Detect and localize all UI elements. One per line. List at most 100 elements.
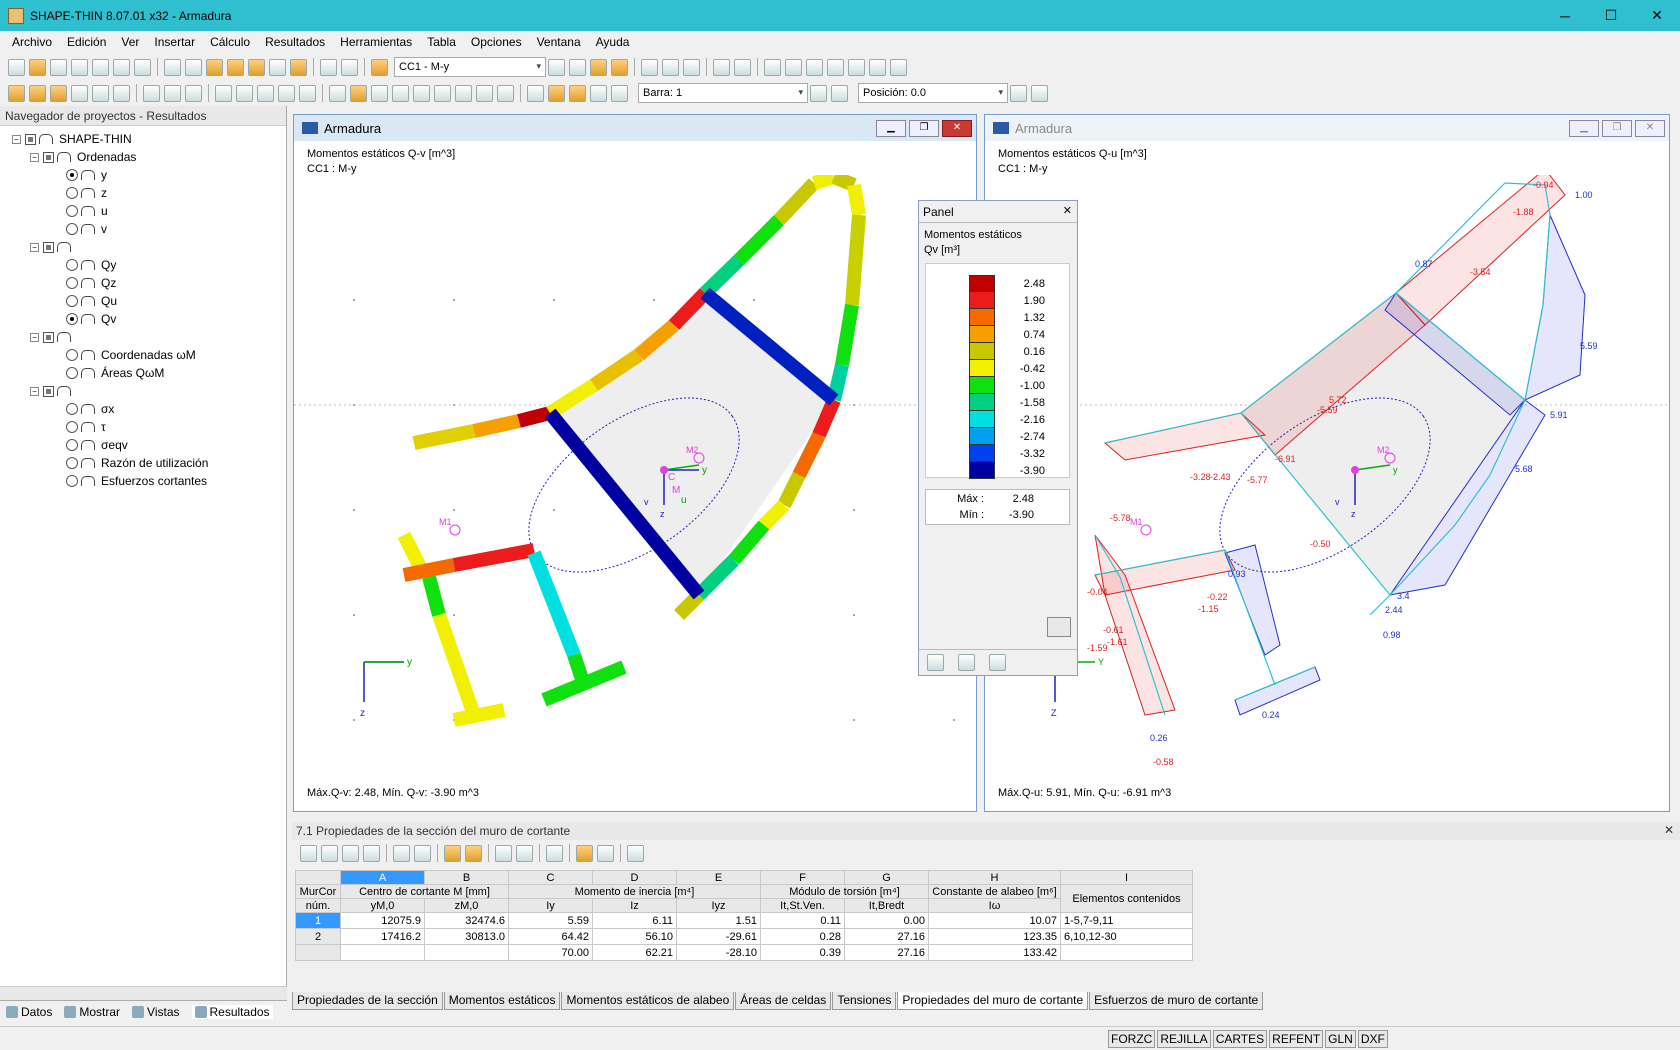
bar-select-icon[interactable] xyxy=(236,84,253,102)
dimension-icon[interactable] xyxy=(164,84,181,102)
tab-momentos-estaticos[interactable]: Momentos estáticos xyxy=(443,992,561,1010)
radio-icon[interactable] xyxy=(66,475,78,487)
status-gln[interactable]: GLN xyxy=(1325,1030,1356,1048)
radio-icon[interactable] xyxy=(66,367,78,379)
radio-icon[interactable] xyxy=(66,295,78,307)
mirror-icon[interactable] xyxy=(806,58,823,76)
tab-mostrar[interactable]: Mostrar xyxy=(64,1005,120,1019)
camera-icon[interactable] xyxy=(848,58,865,76)
sort-icon[interactable] xyxy=(683,58,700,76)
q-right-icon[interactable] xyxy=(350,84,367,102)
save-as-icon[interactable] xyxy=(50,58,67,76)
next-icon[interactable] xyxy=(569,58,586,76)
rotate-icon[interactable] xyxy=(785,58,802,76)
menu-tabla[interactable]: Tabla xyxy=(427,35,456,49)
table-sort-icon[interactable] xyxy=(465,844,482,862)
tree-item-qv[interactable]: Qv xyxy=(0,310,286,328)
save-icon[interactable] xyxy=(71,58,88,76)
menu-edicion[interactable]: Edición xyxy=(67,35,106,49)
show-values-icon[interactable] xyxy=(611,58,628,76)
redo-icon[interactable] xyxy=(185,58,202,76)
text-icon[interactable] xyxy=(299,84,316,102)
radio-icon[interactable] xyxy=(66,205,78,217)
undo-icon[interactable] xyxy=(164,58,181,76)
close-button[interactable]: ✕ xyxy=(1634,0,1680,31)
print-preview-icon[interactable] xyxy=(92,58,109,76)
sigma-icon[interactable] xyxy=(413,84,430,102)
radio-icon[interactable] xyxy=(66,259,78,271)
omega-icon[interactable] xyxy=(371,84,388,102)
tab-tensiones[interactable]: Tensiones xyxy=(832,992,897,1010)
minimize-button[interactable]: ─ xyxy=(1542,0,1588,31)
radio-icon[interactable] xyxy=(66,421,78,433)
zoom-icon[interactable] xyxy=(248,58,265,76)
snap-icon[interactable] xyxy=(734,58,751,76)
table-prev-icon[interactable] xyxy=(393,844,410,862)
view-minimize-button[interactable]: ▁ xyxy=(1569,120,1599,137)
table-view-icon[interactable] xyxy=(495,844,512,862)
bar-prev-icon[interactable] xyxy=(810,84,827,102)
tab-esfuerzos-muro[interactable]: Esfuerzos de muro de cortante xyxy=(1089,992,1264,1010)
copy-icon[interactable] xyxy=(290,58,307,76)
tree-item-utilization[interactable]: Razón de utilización xyxy=(0,454,286,472)
collapse-icon[interactable]: − xyxy=(30,242,39,252)
table-edit-icon[interactable] xyxy=(300,844,317,862)
panel-icon[interactable] xyxy=(569,84,586,102)
tab-vistas[interactable]: Vistas xyxy=(132,1005,180,1019)
tree-item-sigma-eqv[interactable]: σeqv xyxy=(0,436,286,454)
bar-next-icon[interactable] xyxy=(831,84,848,102)
q-omega-icon[interactable] xyxy=(392,84,409,102)
calc-icon[interactable] xyxy=(641,58,658,76)
view-minimize-button[interactable]: ▁ xyxy=(876,120,906,137)
table-color-icon[interactable] xyxy=(576,844,593,862)
tree-stress-group[interactable]: − xyxy=(0,382,286,400)
print-icon[interactable] xyxy=(113,58,130,76)
bar-move-icon[interactable] xyxy=(278,84,295,102)
radio-icon[interactable] xyxy=(66,403,78,415)
view-icon[interactable] xyxy=(662,58,679,76)
menu-ventana[interactable]: Ventana xyxy=(537,35,581,49)
radio-icon[interactable] xyxy=(66,223,78,235)
tree-q-group[interactable]: − xyxy=(0,238,286,256)
section-graphic-right[interactable]: M1 M2 Y Z y z v -0.94 -1.88 1.00 -3.54 0… xyxy=(985,175,1669,795)
tree-item-qy[interactable]: Qy xyxy=(0,256,286,274)
element-icon[interactable] xyxy=(50,84,67,102)
tab-resultados[interactable]: Resultados xyxy=(191,1004,273,1019)
menu-resultados[interactable]: Resultados xyxy=(265,35,325,49)
collapse-icon[interactable]: − xyxy=(30,152,39,162)
navigator-scrollbar[interactable] xyxy=(0,986,287,1000)
tree-item-areas[interactable]: Áreas QωM xyxy=(0,364,286,382)
tree-item-coord[interactable]: Coordenadas ωM xyxy=(0,346,286,364)
tau-icon[interactable] xyxy=(434,84,451,102)
status-forzc[interactable]: FORZC xyxy=(1108,1030,1156,1048)
table-row[interactable]: 1 12075.9 32474.6 5.59 6.11 1.51 0.11 0.00 10.07… xyxy=(295,912,1193,929)
table-clear-icon[interactable] xyxy=(363,844,380,862)
tab-areas-celdas[interactable]: Áreas de celdas xyxy=(735,992,832,1010)
tree-item-shear[interactable]: Esfuerzos cortantes xyxy=(0,472,286,490)
table-select-icon[interactable] xyxy=(546,844,563,862)
status-dxf[interactable]: DXF xyxy=(1357,1030,1388,1048)
radio-icon[interactable] xyxy=(66,313,78,325)
position-select[interactable]: Posición: 0.0 xyxy=(858,83,1008,103)
table-calc-icon[interactable] xyxy=(627,844,644,862)
tree-item-sigma-x[interactable]: σx xyxy=(0,400,286,418)
checkbox-icon[interactable] xyxy=(43,385,54,397)
arc-icon[interactable] xyxy=(71,84,88,102)
line-icon[interactable] xyxy=(29,84,46,102)
tree-root[interactable]: − SHAPE-THIN xyxy=(0,130,286,148)
pos-next-icon[interactable] xyxy=(1031,84,1048,102)
collapse-icon[interactable]: − xyxy=(12,134,21,144)
tree-omega-group[interactable]: − xyxy=(0,328,286,346)
checkbox-icon[interactable] xyxy=(43,151,54,163)
panel-close-button[interactable]: ✕ xyxy=(1063,204,1072,217)
tree-item-z[interactable]: z xyxy=(0,184,286,202)
render-icon[interactable] xyxy=(869,58,886,76)
bar-icon[interactable] xyxy=(215,84,232,102)
radio-icon[interactable] xyxy=(66,457,78,469)
menu-insertar[interactable]: Insertar xyxy=(154,35,195,49)
settings-icon[interactable] xyxy=(890,58,907,76)
bar-edit-icon[interactable] xyxy=(257,84,274,102)
point-icon[interactable] xyxy=(92,84,109,102)
percent-icon[interactable] xyxy=(476,84,493,102)
table-filter-icon[interactable] xyxy=(444,844,461,862)
